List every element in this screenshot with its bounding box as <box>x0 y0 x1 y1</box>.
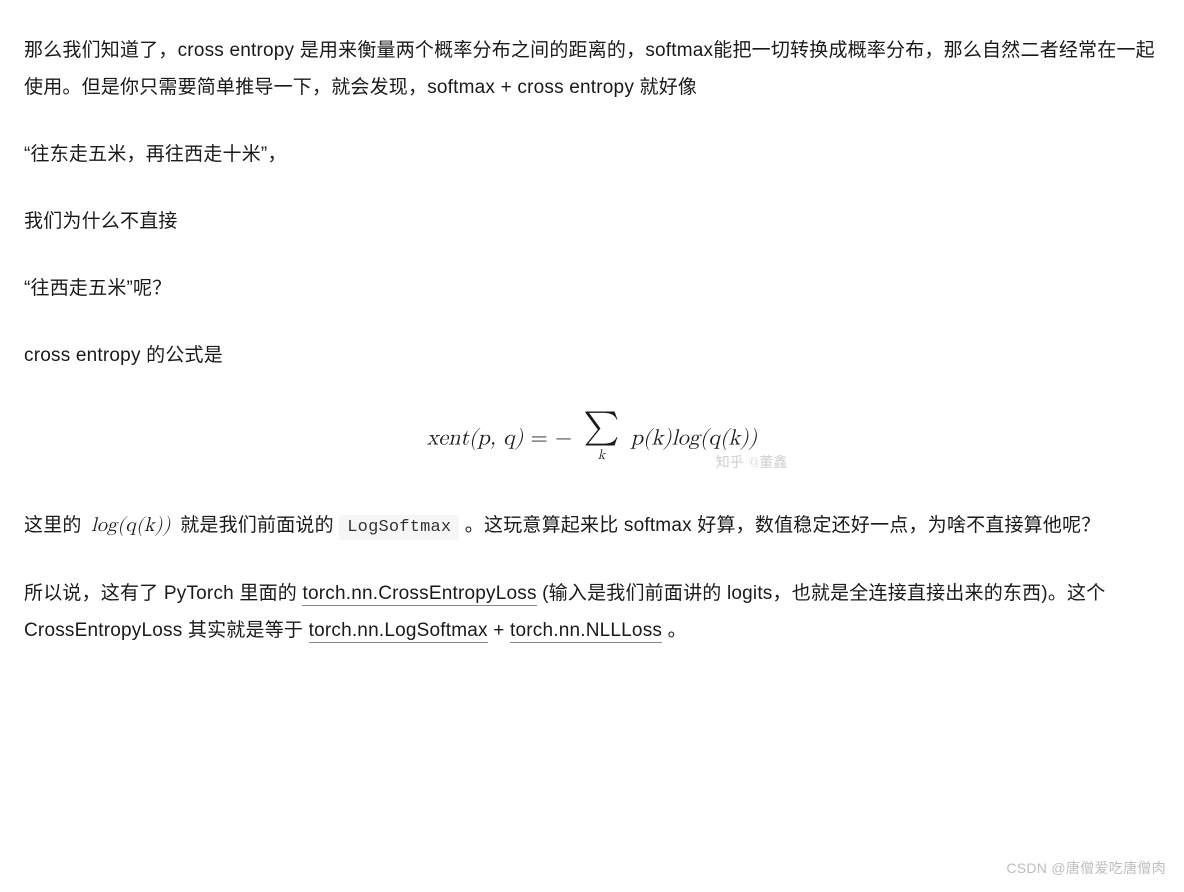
paragraph-formula-intro: cross entropy 的公式是 <box>24 337 1160 374</box>
code-logsoftmax: LogSoftmax <box>339 515 459 540</box>
p6-text-prefix: 这里的 <box>24 515 87 536</box>
link-nllloss[interactable]: torch.nn.NLLLoss <box>510 620 662 643</box>
formula-lhs: xent(p, q) <box>427 428 524 450</box>
csdn-watermark: CSDN @唐僧爱吃唐僧肉 <box>1006 855 1166 882</box>
p7-text-plus: + <box>493 620 510 641</box>
paragraph-log-explain: 这里的 log(q(k)) 就是我们前面说的 LogSoftmax 。这玩意算起… <box>24 506 1160 545</box>
p7-text-end: 。 <box>668 620 687 641</box>
p6-text-mid: 就是我们前面说的 <box>180 515 339 536</box>
formula-sum: ∑ k <box>583 410 619 469</box>
sum-subscript: k <box>583 442 619 469</box>
paragraph-intro: 那么我们知道了，cross entropy 是用来衡量两个概率分布之间的距离的，… <box>24 32 1160 106</box>
paragraph-quote-east: “往东走五米，再往西走十米”， <box>24 136 1160 173</box>
p6-text-suffix: 。这玩意算起来比 softmax 好算，数值稳定还好一点，为啥不直接算他呢？ <box>465 515 1101 536</box>
sum-symbol-icon: ∑ <box>583 410 619 444</box>
paragraph-quote-west: “往西走五米”呢？ <box>24 270 1160 307</box>
link-logsoftmax[interactable]: torch.nn.LogSoftmax <box>309 620 488 643</box>
paragraph-why-not: 我们为什么不直接 <box>24 203 1160 240</box>
formula-equals: = − <box>531 428 580 450</box>
inline-math-log: log(q(k)) <box>87 515 175 535</box>
paragraph-pytorch: 所以说，这有了 PyTorch 里面的 torch.nn.CrossEntrop… <box>24 575 1160 649</box>
formula-cross-entropy: xent(p, q) = − ∑ k p(k)log(q(k)) 知乎 @董鑫 <box>24 410 1160 469</box>
formula-watermark: 知乎 @董鑫 <box>716 450 788 477</box>
formula-rhs: p(k)log(q(k)) <box>631 428 758 450</box>
p7-text-prefix: 所以说，这有了 PyTorch 里面的 <box>24 583 302 604</box>
link-crossentropyloss[interactable]: torch.nn.CrossEntropyLoss <box>302 583 536 606</box>
